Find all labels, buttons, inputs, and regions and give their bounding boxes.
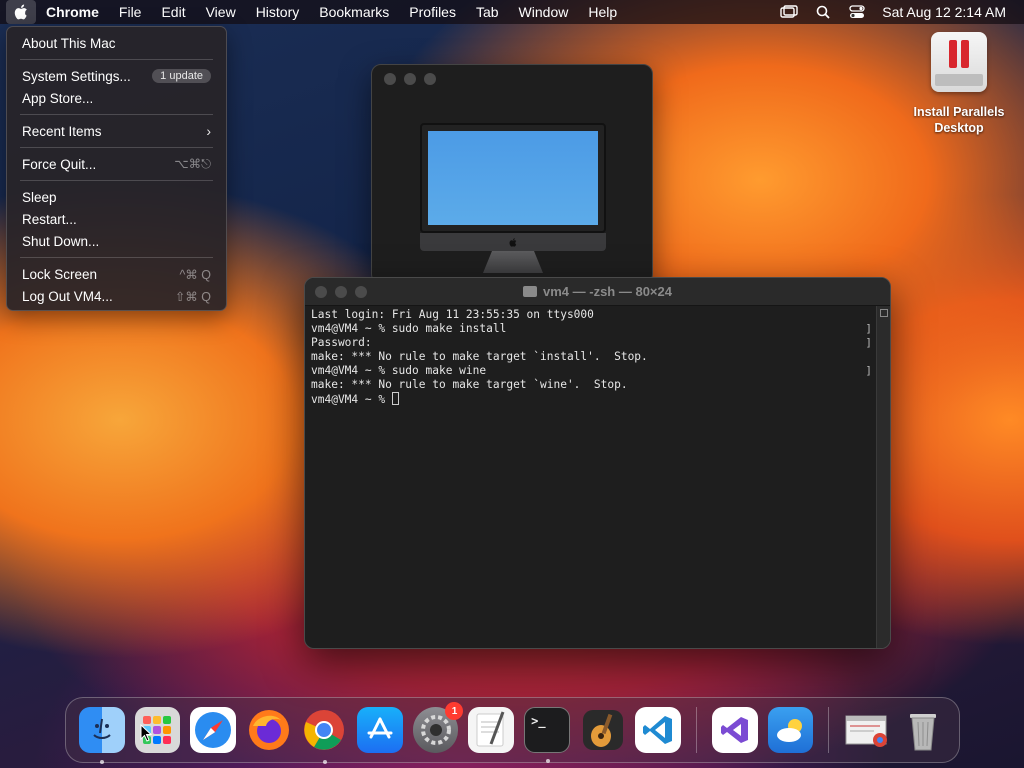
minimize-window-button[interactable] <box>404 73 416 85</box>
menu-item-sleep[interactable]: Sleep <box>12 186 221 208</box>
terminal-icon[interactable]: >_ <box>524 707 570 763</box>
terminal-window[interactable]: vm4 — -zsh — 80×24 Last login: Fri Aug 1… <box>304 277 891 649</box>
close-window-button[interactable] <box>384 73 396 85</box>
terminal-line: make: *** No rule to make target `wine'.… <box>311 378 628 391</box>
menu-item-lock-screen[interactable]: Lock Screen ^⌘ Q <box>12 263 221 285</box>
chevron-right-icon: › <box>206 123 211 139</box>
background-window[interactable] <box>371 64 653 284</box>
terminal-zoom-button[interactable] <box>355 286 367 298</box>
menu-history[interactable]: History <box>246 0 310 24</box>
menu-view[interactable]: View <box>196 0 246 24</box>
apple-menu-dropdown: About This Mac System Settings... 1 updat… <box>6 26 227 311</box>
parallels-installer-icon <box>931 32 987 92</box>
terminal-line: vm4@VM4 ~ % sudo make wine <box>311 364 487 377</box>
terminal-minimize-button[interactable] <box>335 286 347 298</box>
menubar-clock[interactable]: Sat Aug 12 2:14 AM <box>874 4 1006 20</box>
shortcut-label: ⌥⌘⎋ <box>174 157 211 171</box>
line-marker: ] <box>865 364 872 377</box>
apple-menu-icon[interactable] <box>6 0 36 24</box>
terminal-prompt: vm4@VM4 ~ % <box>311 393 392 406</box>
line-marker: ] <box>865 336 872 349</box>
text-cursor <box>391 392 399 405</box>
window-controls <box>384 73 436 85</box>
menu-item-recent-items[interactable]: Recent Items › <box>12 120 221 142</box>
terminal-line: make: *** No rule to make target `instal… <box>311 350 648 363</box>
trash-icon[interactable] <box>900 707 946 753</box>
visual-studio-icon[interactable] <box>712 707 758 753</box>
weather-icon[interactable] <box>767 707 814 753</box>
dock-separator <box>696 707 698 753</box>
terminal-close-button[interactable] <box>315 286 327 298</box>
firefox-icon[interactable] <box>246 707 292 753</box>
garageband-icon[interactable] <box>580 707 626 753</box>
line-marker: ] <box>865 322 872 335</box>
terminal-title-bar[interactable]: vm4 — -zsh — 80×24 <box>305 278 890 306</box>
safari-icon[interactable] <box>190 707 236 753</box>
menu-item-about-this-mac[interactable]: About This Mac <box>12 32 221 54</box>
shortcut-label: ^⌘ Q <box>179 267 211 282</box>
terminal-line: vm4@VM4 ~ % sudo make install <box>311 322 507 335</box>
app-store-icon[interactable] <box>357 707 403 753</box>
search-icon[interactable] <box>806 0 840 24</box>
menu-item-log-out[interactable]: Log Out VM4... ⇧⌘ Q <box>12 285 221 307</box>
menu-window[interactable]: Window <box>509 0 579 24</box>
menu-separator <box>20 147 213 148</box>
apple-logo-icon <box>420 233 606 251</box>
chrome-window-thumbnail-icon[interactable] <box>844 707 890 753</box>
vscode-icon[interactable] <box>635 707 682 753</box>
update-badge: 1 update <box>152 69 211 83</box>
terminal-title: vm4 — -zsh — 80×24 <box>543 284 672 299</box>
dock-separator <box>828 707 830 753</box>
folder-icon <box>523 286 537 297</box>
notification-badge: 1 <box>445 702 464 720</box>
menu-item-force-quit[interactable]: Force Quit... ⌥⌘⎋ <box>12 153 221 175</box>
terminal-scrollbar[interactable] <box>876 306 890 648</box>
terminal-output[interactable]: Last login: Fri Aug 11 23:55:35 on ttys0… <box>311 308 874 648</box>
menu-separator <box>20 180 213 181</box>
screen-mirroring-icon[interactable] <box>772 0 806 24</box>
menu-bookmarks[interactable]: Bookmarks <box>309 0 399 24</box>
menu-item-system-settings[interactable]: System Settings... 1 update <box>12 65 221 87</box>
terminal-window-controls <box>315 286 367 298</box>
mouse-pointer-icon <box>140 723 153 747</box>
terminal-prompt-line[interactable]: vm4@VM4 ~ % <box>311 392 874 407</box>
menu-separator <box>20 257 213 258</box>
menu-bar: Chrome File Edit View History Bookmarks … <box>0 0 1024 24</box>
menu-edit[interactable]: Edit <box>151 0 195 24</box>
menu-file[interactable]: File <box>109 0 152 24</box>
finder-icon[interactable] <box>79 707 125 764</box>
terminal-prompt-glyph: >_ <box>531 714 546 728</box>
dock: 1 >_ <box>65 697 960 764</box>
imac-illustration <box>420 123 606 273</box>
menu-separator <box>20 114 213 115</box>
terminal-line: Password: <box>311 336 372 349</box>
textedit-icon[interactable] <box>468 707 515 753</box>
menu-item-restart[interactable]: Restart... <box>12 208 221 230</box>
menu-profiles[interactable]: Profiles <box>399 0 466 24</box>
menu-item-app-store[interactable]: App Store... <box>12 87 221 109</box>
menu-separator <box>20 59 213 60</box>
menu-help[interactable]: Help <box>578 0 627 24</box>
chrome-icon[interactable] <box>302 707 348 764</box>
desktop-icon-label: Install Parallels Desktop <box>913 105 1005 135</box>
shortcut-label: ⇧⌘ Q <box>174 289 211 304</box>
install-parallels-desktop-icon[interactable]: Install Parallels Desktop <box>904 32 1014 136</box>
zoom-window-button[interactable] <box>424 73 436 85</box>
menu-item-shut-down[interactable]: Shut Down... <box>12 230 221 252</box>
control-center-icon[interactable] <box>840 0 874 24</box>
system-settings-icon[interactable]: 1 <box>412 702 464 753</box>
terminal-line: Last login: Fri Aug 11 23:55:35 on ttys0… <box>311 308 594 321</box>
app-menu-chrome[interactable]: Chrome <box>36 0 109 24</box>
menu-tab[interactable]: Tab <box>466 0 509 24</box>
